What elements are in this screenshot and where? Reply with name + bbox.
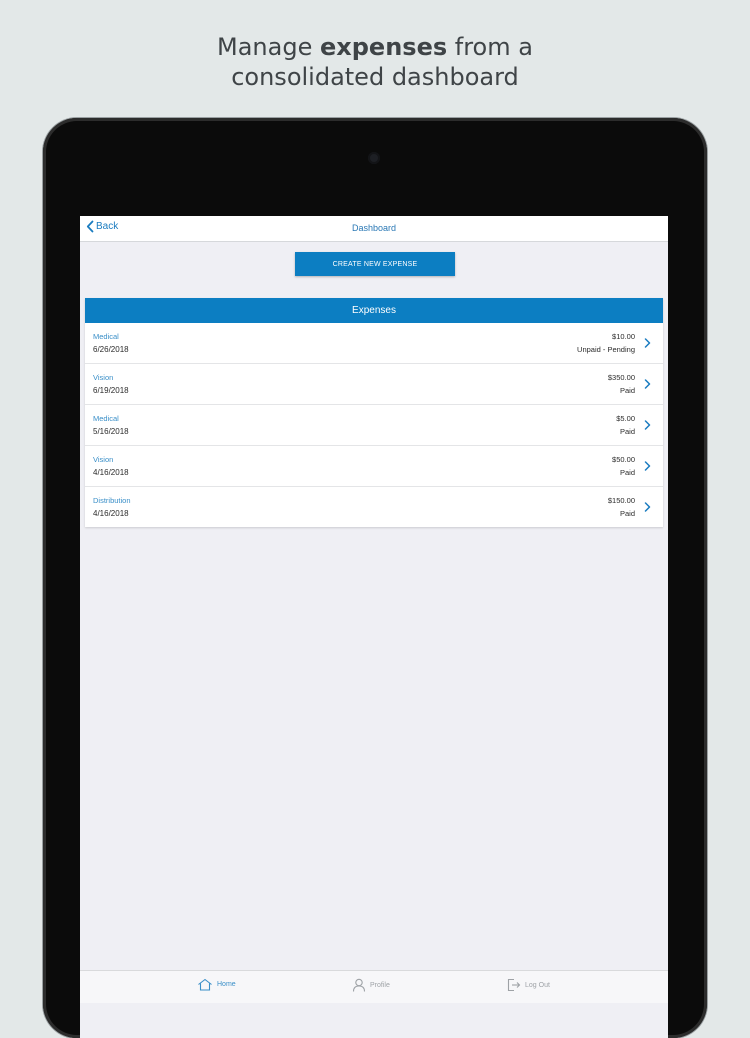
headline-text-pre: Manage <box>217 33 320 61</box>
expense-row[interactable]: Medical 6/26/2018 $10.00 Unpaid - Pendin… <box>85 323 663 364</box>
expense-status: Paid <box>619 386 635 395</box>
headline-line-2: consolidated dashboard <box>231 63 519 91</box>
chevron-right-icon <box>644 379 651 389</box>
tab-home-label: Home <box>217 981 236 988</box>
headline-text-bold: expenses <box>319 33 448 61</box>
expense-amount: $10.00 <box>612 332 635 341</box>
chevron-right-icon <box>644 502 651 512</box>
expense-amount: $150.00 <box>607 496 635 505</box>
expense-amount: $5.00 <box>616 414 635 423</box>
expense-amount: $350.00 <box>607 373 635 382</box>
expense-row[interactable]: Vision 4/16/2018 $50.00 Paid <box>85 446 663 487</box>
expense-row[interactable]: Distribution 4/16/2018 $150.00 Paid <box>85 487 663 527</box>
expense-date: 5/16/2018 <box>93 427 129 436</box>
navigation-bar: Back Dashboard <box>80 216 668 242</box>
expense-status: Unpaid - Pending <box>577 345 635 354</box>
expenses-panel: Expenses Medical 6/26/2018 $10.00 Unpaid… <box>85 298 663 527</box>
expense-row[interactable]: Medical 5/16/2018 $5.00 Paid <box>85 405 663 446</box>
expense-category: Distribution <box>93 496 131 505</box>
tab-home[interactable]: Home <box>197 978 236 991</box>
expense-status: Paid <box>619 468 635 477</box>
tab-profile-label: Profile <box>370 981 390 989</box>
expense-category: Medical <box>93 414 119 423</box>
expense-category: Vision <box>93 455 114 464</box>
expense-row[interactable]: Vision 6/19/2018 $350.00 Paid <box>85 364 663 405</box>
headline-text-post: from a <box>447 33 533 61</box>
logout-icon <box>507 978 521 992</box>
expense-category: Medical <box>93 332 119 341</box>
expense-status: Paid <box>619 509 635 518</box>
expense-date: 4/16/2018 <box>93 468 129 477</box>
app-screen: Back Dashboard CREATE NEW EXPENSE Expens… <box>80 216 668 1038</box>
tab-logout-label: Log Out <box>525 981 550 989</box>
expense-status: Paid <box>619 427 635 436</box>
tab-bar: Home Profile Log Out <box>80 970 668 1003</box>
expense-date: 6/19/2018 <box>93 386 129 395</box>
chevron-right-icon <box>644 338 651 348</box>
user-icon <box>352 978 366 992</box>
expense-amount: $50.00 <box>612 455 635 464</box>
chevron-right-icon <box>644 420 651 430</box>
create-new-expense-button[interactable]: CREATE NEW EXPENSE <box>295 252 455 276</box>
camera-icon <box>368 152 380 164</box>
expense-date: 4/16/2018 <box>93 509 129 518</box>
home-icon <box>198 978 212 991</box>
marketing-headline: Manage expenses from a consolidated dash… <box>0 32 750 92</box>
page-title: Dashboard <box>351 223 397 233</box>
chevron-right-icon <box>644 461 651 471</box>
headline-line-1: Manage expenses from a <box>0 32 750 62</box>
expense-category: Vision <box>93 373 114 382</box>
tablet-frame: Back Dashboard CREATE NEW EXPENSE Expens… <box>43 118 707 1038</box>
expense-date: 6/26/2018 <box>93 345 129 354</box>
tab-logout[interactable]: Log Out <box>507 978 550 992</box>
expenses-header: Expenses <box>85 298 663 323</box>
tab-profile[interactable]: Profile <box>352 978 390 992</box>
